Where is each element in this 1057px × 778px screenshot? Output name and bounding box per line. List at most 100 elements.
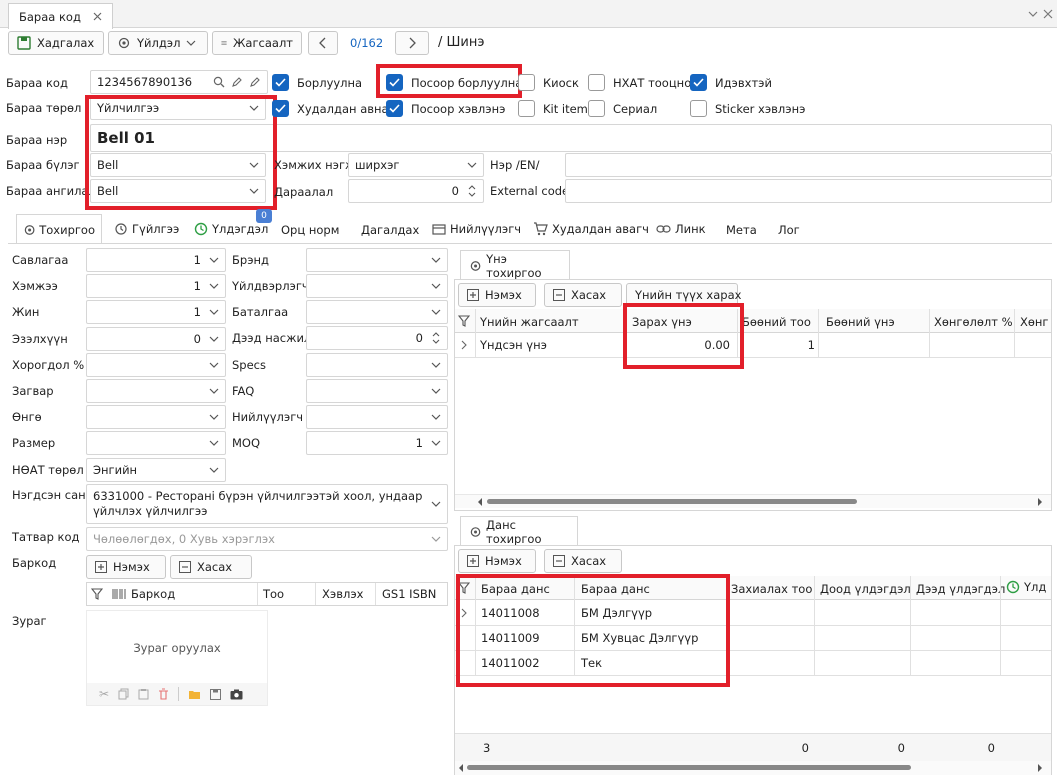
kiosk-checkbox[interactable]: Киоск	[518, 74, 579, 91]
col-account-code[interactable]: Бараа данс	[481, 582, 550, 596]
vat-type-select[interactable]: Энгийн	[86, 458, 226, 482]
tax-code-select[interactable]: Чөлөөлөгдөх, 0 Хувь хэрэглэх	[86, 527, 448, 551]
chevron-right-icon[interactable]	[461, 340, 468, 350]
faq-select[interactable]	[306, 379, 448, 403]
col-account-name[interactable]: Бараа данс	[581, 582, 650, 596]
col-price-list[interactable]: Үнийн жагсаалт	[480, 315, 579, 329]
barcode-remove-button[interactable]: Хасах	[170, 555, 252, 579]
col-balance[interactable]: Үлд	[1006, 580, 1051, 594]
filter-icon[interactable]	[91, 588, 103, 600]
model-select[interactable]	[86, 379, 226, 403]
paste-icon[interactable]	[138, 688, 149, 700]
kit-item-checkbox[interactable]: Kit item	[518, 100, 588, 117]
pos-print-checkbox[interactable]: Посоор хэвлэнэ	[386, 100, 505, 117]
color-select[interactable]	[86, 405, 226, 429]
volume-select[interactable]: 0	[86, 327, 226, 351]
list-button[interactable]: Жагсаалт	[212, 31, 302, 55]
moq-select[interactable]: 1	[306, 431, 448, 455]
item-name-input[interactable]: Bell 01	[90, 124, 1052, 152]
account-settings-tab[interactable]: Данс тохиргоо	[460, 516, 578, 546]
sell-checkbox[interactable]: Борлуулна	[272, 74, 362, 91]
filter-icon[interactable]	[458, 315, 470, 327]
tab-customers[interactable]: Худалдан авагч	[533, 222, 649, 236]
col-max-balance[interactable]: Дээд үлдэгдэл	[916, 582, 1005, 596]
col-wholesale-price[interactable]: Бөөний үнэ	[826, 315, 895, 329]
filter-icon[interactable]	[458, 582, 470, 594]
item-group-select[interactable]: Bell	[90, 153, 266, 177]
tab-log[interactable]: Лог	[778, 223, 800, 237]
stepper-arrows-icon[interactable]	[467, 183, 477, 199]
folder-icon[interactable]	[188, 689, 201, 700]
serial-checkbox[interactable]: Сериал	[588, 100, 657, 117]
col-discount[interactable]: Хөнгөлөлт %	[934, 315, 1013, 329]
item-type-select[interactable]: Үйлчилгээ	[90, 96, 266, 120]
active-checkbox[interactable]: Идэвхтэй	[690, 74, 772, 91]
item-class-select[interactable]: Bell	[90, 179, 266, 203]
scroll-thumb[interactable]	[467, 765, 911, 770]
prev-button[interactable]	[308, 31, 338, 55]
scroll-left-icon[interactable]	[458, 764, 464, 772]
delete-icon[interactable]	[158, 688, 169, 700]
col-qty[interactable]: Тоо	[263, 587, 284, 601]
tab-balance[interactable]: Үлдэгдэл	[194, 222, 268, 236]
account-row[interactable]: 14011002 Тек	[455, 650, 1051, 675]
next-button[interactable]	[395, 31, 429, 55]
brand-select[interactable]	[306, 248, 448, 272]
save-icon[interactable]	[210, 688, 222, 700]
tab-accessories[interactable]: Дагалдах	[361, 223, 419, 237]
col-min-balance[interactable]: Доод үлдэгдэл	[820, 582, 911, 596]
price-add-button[interactable]: Нэмэх	[458, 283, 536, 307]
external-code-input[interactable]	[565, 179, 1052, 203]
tab-recipe[interactable]: Орц норм	[281, 223, 339, 237]
wholesale-qty-cell[interactable]: 1	[738, 338, 815, 352]
col-discount-2[interactable]: Хөнг	[1020, 315, 1050, 329]
sticker-checkbox[interactable]: Sticker хэвлэнэ	[690, 100, 805, 117]
col-gs1[interactable]: GS1 ISBN	[382, 587, 436, 601]
name-en-input[interactable]	[565, 153, 1052, 177]
supplier-select[interactable]	[306, 405, 448, 429]
account-scrollbar[interactable]	[455, 761, 1051, 775]
edit-icon[interactable]	[249, 76, 261, 88]
scroll-right-icon[interactable]	[1037, 764, 1043, 772]
account-add-button[interactable]: Нэмэх	[458, 549, 536, 573]
sale-price-cell[interactable]: 0.00	[625, 338, 730, 352]
max-life-stepper[interactable]: 0	[306, 326, 448, 350]
action-dropdown-button[interactable]: Үйлдэл	[108, 31, 208, 55]
col-order-qty[interactable]: Захиалах тоо	[731, 582, 812, 596]
chevron-down-icon[interactable]	[1028, 9, 1038, 19]
sizing-select[interactable]	[86, 431, 226, 455]
unit-select[interactable]: ширхэг	[348, 153, 484, 177]
barcode-add-button[interactable]: Нэмэх	[86, 555, 166, 579]
order-stepper[interactable]: 0	[348, 179, 484, 203]
chevron-right-icon[interactable]	[461, 608, 468, 618]
close-icon[interactable]	[93, 12, 102, 21]
col-print[interactable]: Хэвлэх	[322, 587, 363, 601]
scroll-right-icon[interactable]	[1037, 498, 1043, 506]
price-scrollbar[interactable]	[455, 494, 1051, 508]
discount-select[interactable]	[86, 353, 226, 377]
buy-checkbox[interactable]: Худалдан авна	[272, 100, 389, 117]
class-code-select[interactable]: 6331000 - Ресторанi бүрэн үйлчилгээтэй х…	[86, 484, 448, 524]
tab-links[interactable]: Линк	[656, 222, 706, 236]
account-remove-button[interactable]: Хасах	[544, 549, 622, 573]
col-barcode[interactable]: Баркод	[131, 587, 175, 601]
close-window-icon[interactable]	[1043, 9, 1053, 19]
warranty-select[interactable]	[306, 300, 448, 324]
weight-select[interactable]: 1	[86, 300, 226, 324]
save-button[interactable]: Хадгалах	[8, 31, 104, 55]
document-tab[interactable]: Бараа код	[8, 3, 113, 29]
image-upload-area[interactable]: Зураг оруулах ✂	[86, 610, 268, 706]
stepper-arrows-icon[interactable]	[431, 330, 441, 346]
camera-icon[interactable]	[230, 689, 243, 700]
tab-settings[interactable]: Тохиргоо	[16, 214, 102, 244]
item-code-input[interactable]: 1234567890136	[90, 70, 268, 94]
manufacturer-select[interactable]	[306, 274, 448, 298]
copy-icon[interactable]	[118, 688, 129, 700]
sell-pos-checkbox[interactable]: Посоор борлуулна	[386, 74, 522, 91]
cut-icon[interactable]: ✂	[99, 687, 109, 701]
tab-transactions[interactable]: Гүйлгээ	[114, 222, 179, 236]
tab-suppliers[interactable]: Нийлүүлэгч	[432, 222, 521, 236]
price-history-button[interactable]: Үнийн түүх харах	[626, 283, 741, 307]
account-row[interactable]: 14011008 БМ Дэлгүүр	[455, 600, 1051, 625]
account-row[interactable]: 14011009 БМ Хувцас Дэлгүүр	[455, 625, 1051, 650]
